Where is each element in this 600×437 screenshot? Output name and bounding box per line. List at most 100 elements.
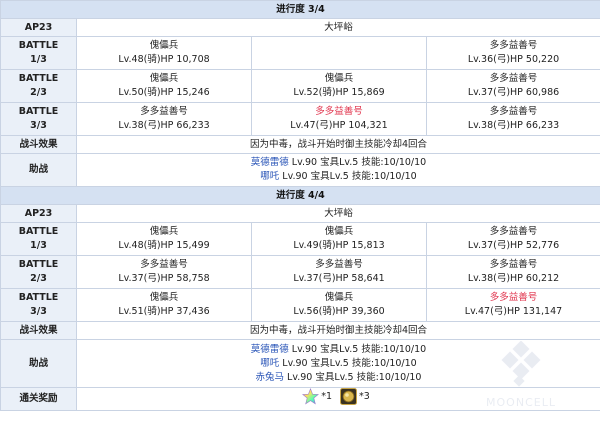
battle-title: BATTLE	[18, 40, 59, 51]
enemy-cell: 傀儡兵 Lv.51(骑)HP 37,436	[76, 288, 252, 322]
enemy-stats: Lv.47(弓)HP 104,321	[290, 120, 388, 131]
enemy-name: 多多益善号	[140, 259, 188, 270]
support-servant-link[interactable]: 哪吒	[260, 171, 279, 182]
progress-header: 进行度 3/4	[0, 0, 600, 19]
enemy-stats: Lv.56(骑)HP 39,360	[293, 306, 385, 317]
enemy-name: 多多益善号	[315, 259, 363, 270]
enemy-cell: 多多益善号 Lv.38(弓)HP 66,233	[76, 102, 252, 136]
enemy-cell: 多多益善号 Lv.36(弓)HP 50,220	[426, 36, 600, 70]
enemy-name: 多多益善号	[489, 259, 538, 270]
support-detail: Lv.90 宝具Lv.5 技能:10/10/10	[288, 157, 427, 168]
enemy-name: 多多益善号	[489, 73, 538, 84]
battle-row: BATTLE 2/3 傀儡兵 Lv.50(骑)HP 15,246 傀儡兵 Lv.…	[0, 69, 600, 103]
battle-wave: 2/3	[30, 273, 47, 284]
battle-row: BATTLE 3/3 傀儡兵 Lv.51(骑)HP 37,436 傀儡兵 Lv.…	[0, 288, 600, 322]
battle-effect-text: 因为中毒，战斗开始时御主技能冷却4回合	[76, 321, 600, 340]
clear-reward-list: *1 *3	[76, 387, 600, 411]
ap-cost-label: AP23	[0, 18, 77, 37]
reward-item: *1	[302, 387, 337, 405]
battle-label: BATTLE 3/3	[0, 102, 77, 136]
enemy-name: 多多益善号	[140, 106, 188, 117]
battle-title: BATTLE	[18, 73, 59, 84]
battle-row: BATTLE 2/3 多多益善号 Lv.37(弓)HP 58,758 多多益善号…	[0, 255, 600, 289]
battle-row: BATTLE 1/3 傀儡兵 Lv.48(骑)HP 10,708 多多益善号 L…	[0, 36, 600, 70]
enemy-stats: Lv.48(骑)HP 10,708	[118, 54, 210, 65]
golden-orb-icon[interactable]	[340, 388, 358, 405]
support-detail: Lv.90 宝具Lv.5 技能:10/10/10	[279, 171, 417, 182]
reward-quantity: *3	[359, 390, 370, 402]
enemy-stats: Lv.49(骑)HP 15,813	[293, 240, 385, 251]
enemy-stats: Lv.38(弓)HP 66,233	[467, 120, 560, 131]
enemy-name: 傀儡兵	[149, 226, 179, 237]
battle-label: BATTLE 2/3	[0, 69, 77, 103]
enemy-name: 多多益善号	[489, 226, 538, 237]
battle-wave: 1/3	[30, 54, 47, 65]
support-servant-link[interactable]: 赤兔马	[256, 372, 285, 383]
battle-wave: 1/3	[30, 240, 47, 251]
support-detail: Lv.90 宝具Lv.5 技能:10/10/10	[284, 371, 422, 383]
enemy-stats: Lv.37(弓)HP 60,986	[467, 87, 560, 98]
progress-header: 进行度 4/4	[0, 186, 600, 205]
enemy-stats: Lv.38(弓)HP 60,212	[467, 273, 560, 284]
battle-label: BATTLE 1/3	[0, 222, 77, 256]
enemy-cell: 傀儡兵 Lv.48(骑)HP 15,499	[76, 222, 252, 256]
enemy-cell: 多多益善号 Lv.37(弓)HP 58,641	[251, 255, 427, 289]
clear-reward-label: 通关奖励	[0, 387, 77, 411]
enemy-cell: 多多益善号 Lv.38(弓)HP 60,212	[426, 255, 600, 289]
boss-enemy-name: 多多益善号	[489, 292, 538, 303]
rainbow-star-icon[interactable]	[302, 387, 320, 405]
enemy-cell-empty	[251, 36, 427, 70]
ap-cost-label: AP23	[0, 204, 77, 223]
enemy-cell-boss: 多多益善号 Lv.47(弓)HP 104,321	[251, 102, 427, 136]
enemy-stats: Lv.37(弓)HP 52,776	[467, 240, 560, 251]
support-label: 助战	[0, 153, 77, 187]
support-entry: 哪吒 Lv.90 宝具Lv.5 技能:10/10/10	[77, 170, 600, 184]
battle-effect-label: 战斗效果	[0, 321, 77, 340]
enemy-stats: Lv.51(骑)HP 37,436	[118, 306, 210, 317]
enemy-stats: Lv.48(骑)HP 15,499	[118, 240, 210, 251]
enemy-name: 傀儡兵	[324, 226, 354, 237]
enemy-cell: 多多益善号 Lv.37(弓)HP 52,776	[426, 222, 600, 256]
support-list: 莫德雷德 Lv.90 宝具Lv.5 技能:10/10/10 哪吒 Lv.90 宝…	[76, 153, 600, 187]
enemy-stats: Lv.52(骑)HP 15,869	[293, 87, 385, 98]
quest-table: 进行度 3/4 AP23 大坪峪 BATTLE 1/3 傀儡兵 Lv.48(骑)…	[0, 0, 600, 411]
battle-effect-label: 战斗效果	[0, 135, 77, 154]
enemy-stats: Lv.36(弓)HP 50,220	[467, 54, 560, 65]
enemy-stats: Lv.37(弓)HP 58,641	[293, 273, 385, 284]
enemy-cell: 傀儡兵 Lv.49(骑)HP 15,813	[251, 222, 427, 256]
enemy-name: 傀儡兵	[324, 73, 354, 84]
enemy-cell: 多多益善号 Lv.37(弓)HP 60,986	[426, 69, 600, 103]
battle-row: BATTLE 1/3 傀儡兵 Lv.48(骑)HP 15,499 傀儡兵 Lv.…	[0, 222, 600, 256]
enemy-name: 傀儡兵	[324, 292, 354, 303]
support-servant-link[interactable]: 莫德雷德	[251, 344, 289, 355]
support-detail: Lv.90 宝具Lv.5 技能:10/10/10	[288, 343, 427, 355]
support-entry: 赤兔马 Lv.90 宝具Lv.5 技能:10/10/10	[77, 371, 600, 385]
enemy-name: 多多益善号	[489, 106, 538, 117]
battle-label: BATTLE 3/3	[0, 288, 77, 322]
support-list: 莫德雷德 Lv.90 宝具Lv.5 技能:10/10/10 哪吒 Lv.90 宝…	[76, 339, 600, 388]
enemy-stats: Lv.37(弓)HP 58,758	[118, 273, 210, 284]
location-name: 大坪峪	[76, 204, 600, 223]
enemy-cell: 傀儡兵 Lv.56(骑)HP 39,360	[251, 288, 427, 322]
location-name: 大坪峪	[76, 18, 600, 37]
battle-title: BATTLE	[18, 259, 59, 270]
enemy-name: 多多益善号	[489, 40, 538, 51]
enemy-cell-boss: 多多益善号 Lv.47(弓)HP 131,147	[426, 288, 600, 322]
enemy-stats: Lv.47(弓)HP 131,147	[464, 306, 563, 317]
enemy-cell: 傀儡兵 Lv.50(骑)HP 15,246	[76, 69, 252, 103]
support-entry: 哪吒 Lv.90 宝具Lv.5 技能:10/10/10	[77, 357, 600, 371]
reward-item: *3	[340, 388, 375, 405]
enemy-cell: 傀儡兵 Lv.48(骑)HP 10,708	[76, 36, 252, 70]
enemy-cell: 多多益善号 Lv.38(弓)HP 66,233	[426, 102, 600, 136]
battle-effect-text: 因为中毒，战斗开始时御主技能冷却4回合	[76, 135, 600, 154]
battle-title: BATTLE	[18, 292, 59, 303]
battle-wave: 3/3	[30, 120, 47, 131]
support-servant-link[interactable]: 莫德雷德	[251, 157, 289, 168]
battle-row: BATTLE 3/3 多多益善号 Lv.38(弓)HP 66,233 多多益善号…	[0, 102, 600, 136]
battle-label: BATTLE 2/3	[0, 255, 77, 289]
progress-header-row: 进行度 4/4	[0, 186, 600, 205]
support-servant-link[interactable]: 哪吒	[260, 358, 279, 369]
reward-quantity: *1	[321, 390, 332, 402]
battle-title: BATTLE	[18, 226, 59, 237]
support-entry: 莫德雷德 Lv.90 宝具Lv.5 技能:10/10/10	[77, 343, 600, 357]
